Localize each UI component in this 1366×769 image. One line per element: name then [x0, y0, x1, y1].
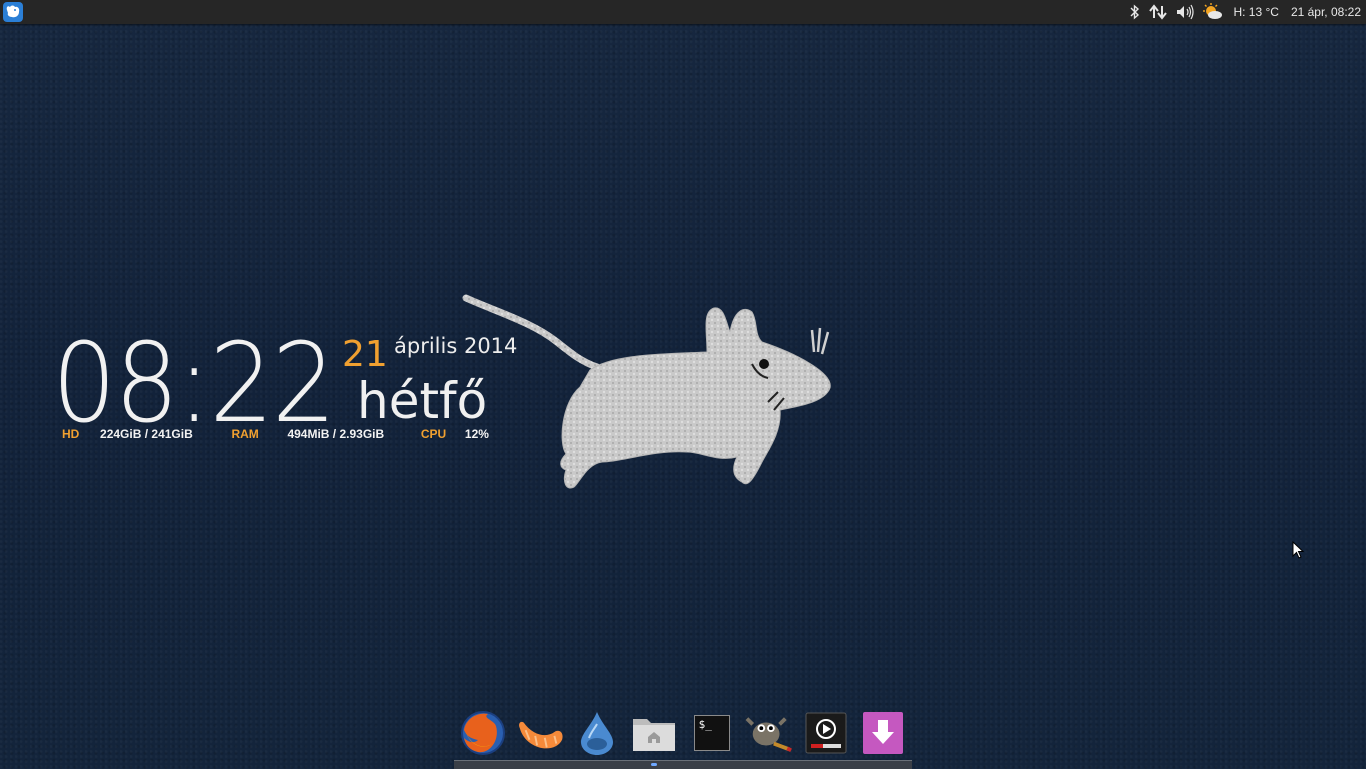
hd-value: 224GiB / 241GiB — [100, 427, 193, 441]
dock-item-media-player[interactable] — [802, 709, 850, 757]
applications-menu-button[interactable] — [3, 2, 23, 22]
dock-item-gimp[interactable] — [745, 709, 793, 757]
xfce-mouse-menu-icon — [6, 5, 20, 18]
terminal-glyph: $_ — [698, 718, 712, 731]
weather-temperature[interactable]: H: 13 °C — [1233, 0, 1278, 24]
weather-button[interactable] — [1203, 0, 1223, 24]
bluetooth-icon — [1130, 4, 1140, 20]
home-folder-icon — [633, 719, 676, 751]
system-stats: HD 224GiB / 241GiB RAM 494MiB / 2.93GiB … — [62, 427, 489, 441]
firefox-icon — [460, 711, 505, 755]
dock-item-terminal[interactable]: $_ — [688, 709, 736, 757]
dock-item-download[interactable] — [859, 709, 907, 757]
weather-icon — [1203, 3, 1223, 19]
clock-time: 08:22 — [52, 319, 336, 447]
clementine-icon — [518, 721, 563, 749]
network-icon — [1149, 4, 1168, 20]
top-panel: H: 13 °C 21 ápr, 08:22 — [0, 0, 1366, 24]
terminal-icon: $_ — [693, 715, 730, 751]
download-icon — [863, 712, 904, 754]
system-tray: H: 13 °C 21 ápr, 08:22 — [1125, 0, 1366, 24]
ram-value: 494MiB / 2.93GiB — [287, 427, 385, 441]
dock: $_ — [454, 704, 912, 762]
dock-item-home-folder[interactable] — [630, 709, 678, 757]
date-day: 21 — [342, 334, 388, 375]
deluge-icon — [581, 712, 614, 755]
bluetooth-button[interactable] — [1129, 0, 1141, 24]
ram-label: RAM — [231, 427, 259, 441]
media-player-icon — [805, 712, 847, 754]
hd-label: HD — [62, 427, 80, 441]
xfce-mouse-wallpaper — [462, 292, 842, 501]
volume-button[interactable] — [1175, 0, 1195, 24]
clock-datetime[interactable]: 21 ápr, 08:22 — [1291, 0, 1361, 24]
network-button[interactable] — [1149, 0, 1168, 24]
volume-icon — [1177, 4, 1195, 20]
dock-item-firefox[interactable] — [459, 709, 507, 757]
gimp-icon — [745, 717, 792, 752]
dock-item-clementine[interactable] — [516, 709, 564, 757]
cpu-label: CPU — [420, 427, 447, 441]
mouse-cursor-icon — [1292, 540, 1305, 563]
dock-running-indicator — [651, 763, 657, 766]
dock-item-deluge[interactable] — [573, 709, 621, 757]
